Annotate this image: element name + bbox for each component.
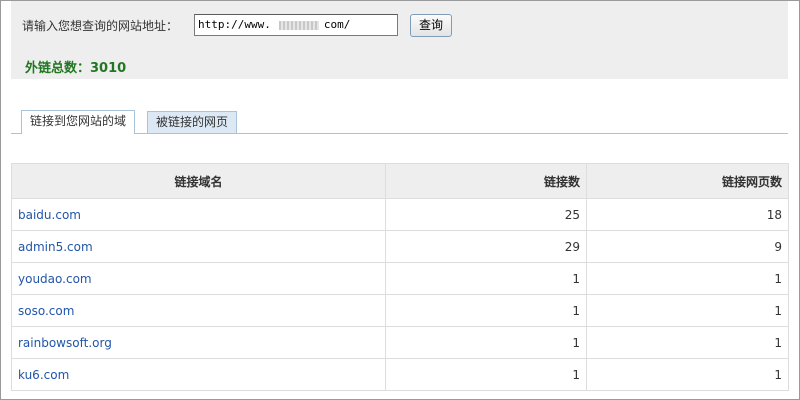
table-row: soso.com 1 1 [11, 294, 789, 327]
table-row: baidu.com 25 18 [11, 198, 789, 231]
table-row: rainbowsoft.org 1 1 [11, 326, 789, 359]
domain-cell: rainbowsoft.org [11, 326, 386, 359]
pages-cell: 1 [586, 358, 789, 391]
links-cell: 1 [385, 358, 587, 391]
pages-cell: 1 [586, 294, 789, 327]
links-cell: 1 [385, 326, 587, 359]
pages-cell: 18 [586, 198, 789, 231]
column-header-links: 链接数 [385, 163, 587, 199]
total-links: 外链总数：3010 [25, 61, 127, 76]
masked-domain [279, 21, 319, 30]
domain-link[interactable]: admin5.com [18, 240, 93, 254]
links-cell: 1 [385, 262, 587, 295]
table-row: youdao.com 1 1 [11, 262, 789, 295]
pages-cell: 1 [586, 262, 789, 295]
domain-link[interactable]: ku6.com [18, 368, 69, 382]
table-header-row: 链接域名 链接数 链接网页数 [11, 163, 789, 199]
pages-cell: 1 [586, 326, 789, 359]
table-row: admin5.com 29 9 [11, 230, 789, 263]
domain-cell: baidu.com [11, 198, 386, 231]
domain-link[interactable]: baidu.com [18, 208, 81, 222]
tab-linked-pages[interactable]: 被链接的网页 [147, 111, 237, 133]
query-label: 请输入您想查询的网站地址： [22, 19, 179, 33]
links-cell: 25 [385, 198, 587, 231]
query-button[interactable]: 查询 [410, 14, 452, 37]
pages-cell: 9 [586, 230, 789, 263]
domain-cell: ku6.com [11, 358, 386, 391]
domain-link[interactable]: soso.com [18, 304, 74, 318]
domain-link[interactable]: youdao.com [18, 272, 92, 286]
tab-linking-domains[interactable]: 链接到您网站的域 [21, 110, 135, 134]
links-cell: 1 [385, 294, 587, 327]
links-cell: 29 [385, 230, 587, 263]
query-panel: 请输入您想查询的网站地址： 查询 外链总数：3010 [11, 1, 788, 79]
domain-link[interactable]: rainbowsoft.org [18, 336, 112, 350]
domain-cell: youdao.com [11, 262, 386, 295]
column-header-domain: 链接域名 [11, 163, 386, 199]
column-header-pages: 链接网页数 [586, 163, 789, 199]
domain-cell: soso.com [11, 294, 386, 327]
links-table: 链接域名 链接数 链接网页数 baidu.com 25 18 admin5.co… [11, 163, 789, 391]
domain-cell: admin5.com [11, 230, 386, 263]
table-row: ku6.com 1 1 [11, 358, 789, 391]
